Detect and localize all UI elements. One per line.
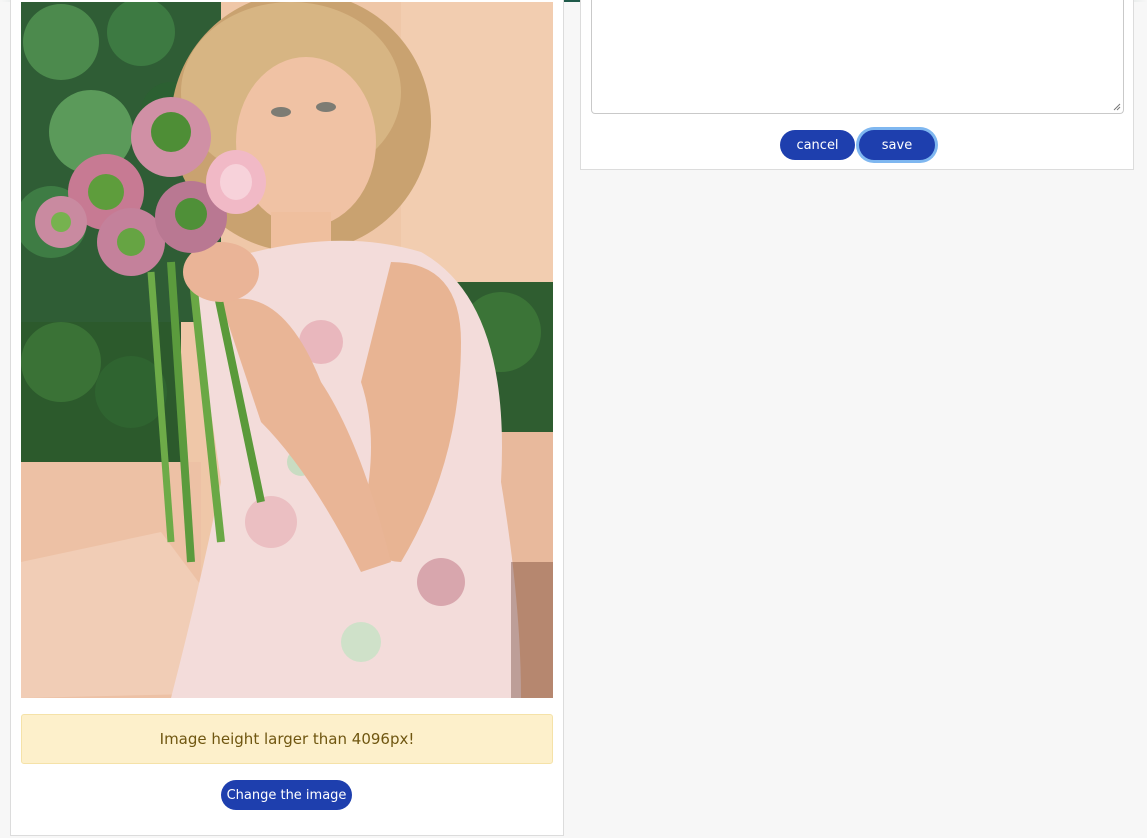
save-button[interactable]: save [859, 130, 935, 160]
change-image-button[interactable]: Change the image [221, 780, 352, 810]
image-panel: Image height larger than 4096px! Change … [10, 0, 564, 836]
caption-panel: cancel save [580, 0, 1134, 170]
image-size-warning-alert: Image height larger than 4096px! [21, 714, 553, 764]
resize-grip-icon[interactable] [1113, 103, 1121, 111]
uploaded-image [21, 2, 553, 698]
caption-textarea[interactable] [591, 0, 1124, 114]
alert-text: Image height larger than 4096px! [159, 730, 415, 748]
photo-illustration [21, 2, 553, 698]
cancel-button[interactable]: cancel [780, 130, 855, 160]
